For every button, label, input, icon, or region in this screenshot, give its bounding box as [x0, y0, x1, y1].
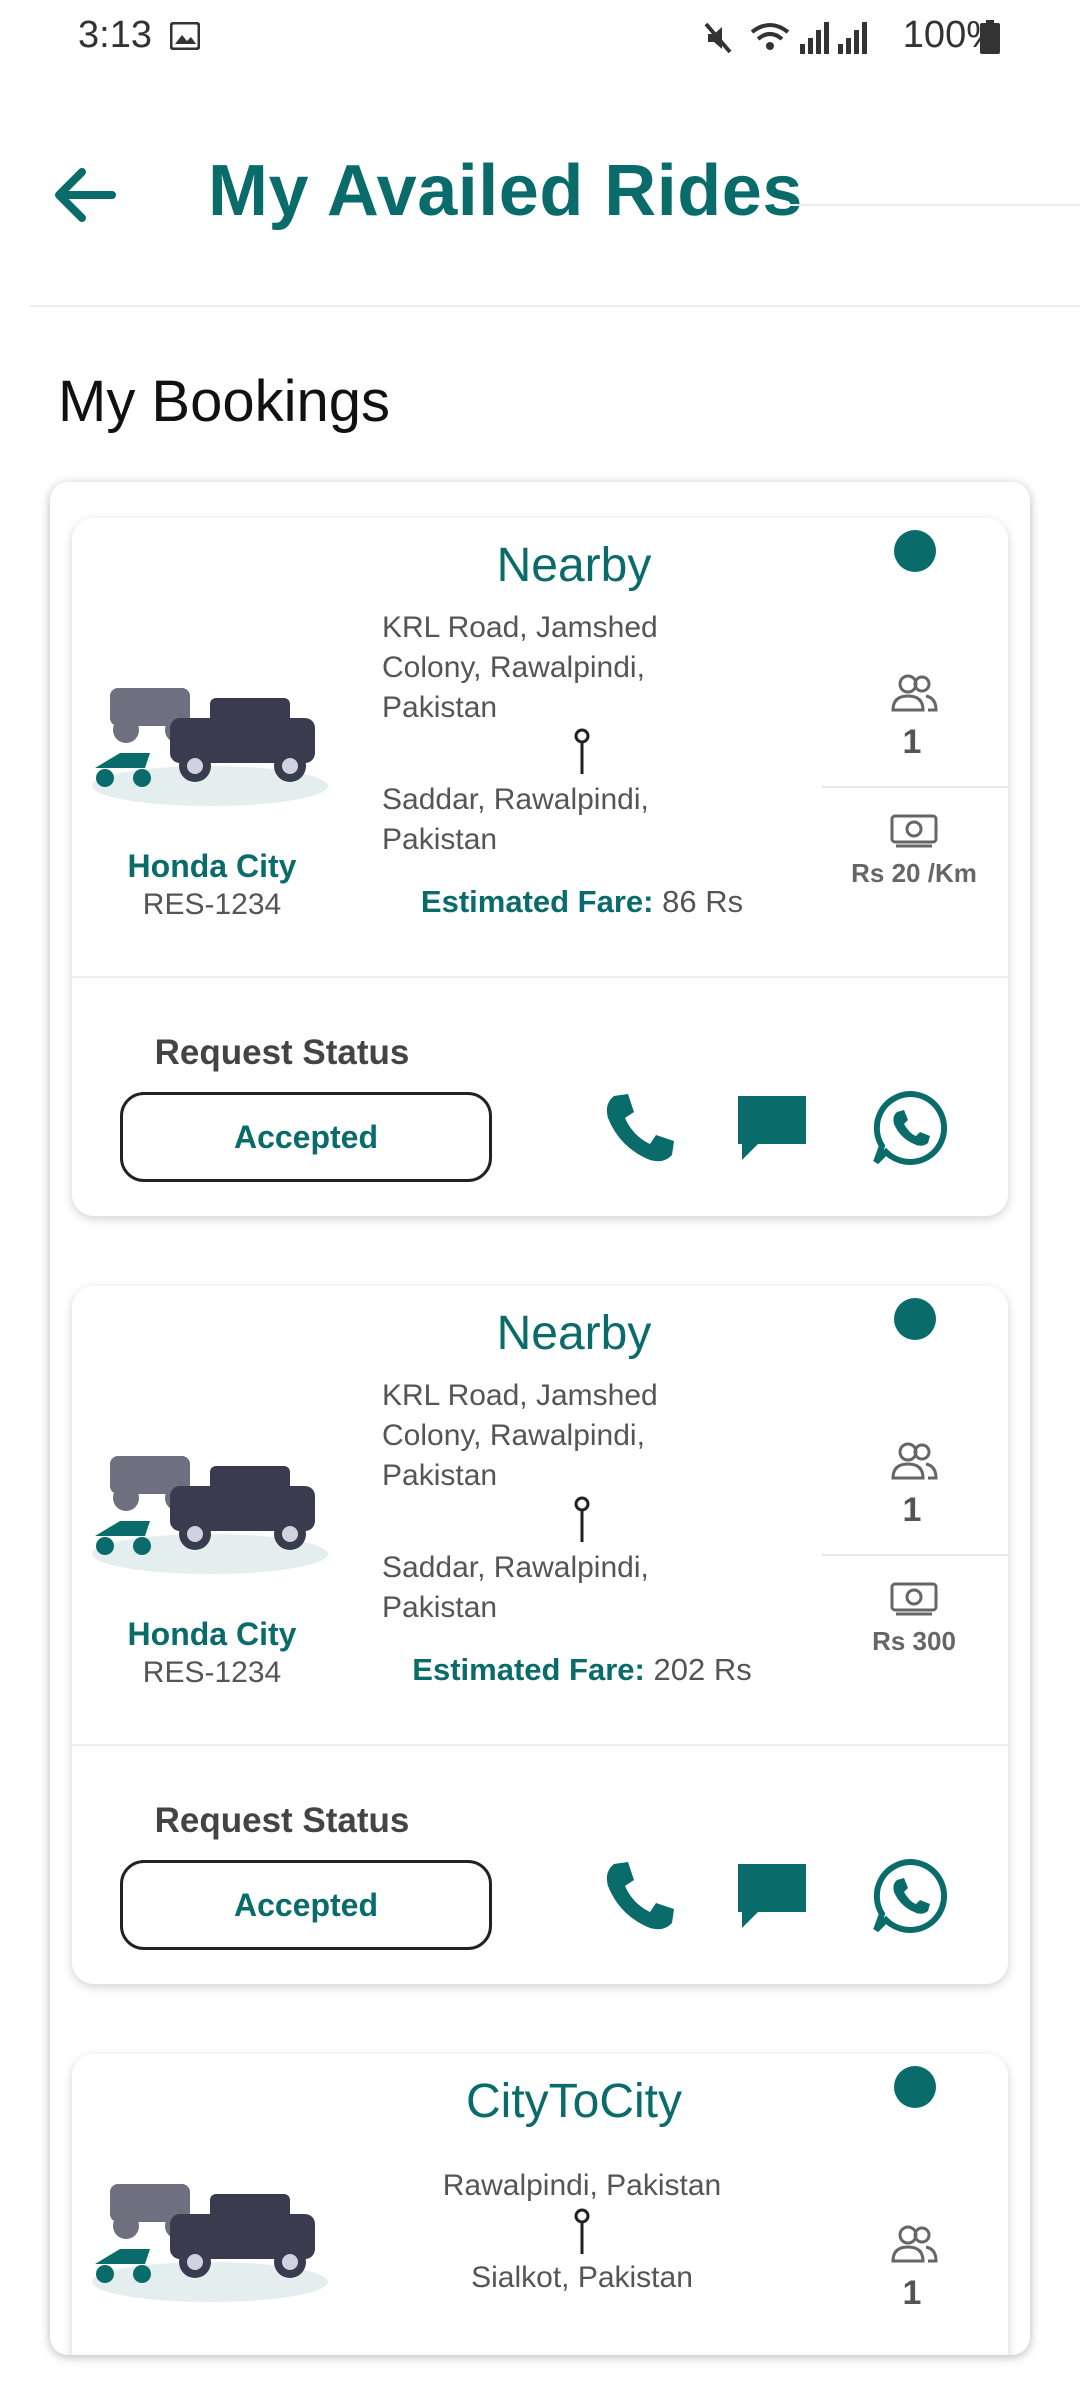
- car-registration: RES-1234: [142, 888, 282, 921]
- fare-label: Estimated Fare:: [412, 1652, 645, 1687]
- status-time: 3:13: [78, 14, 152, 56]
- booking-card[interactable]: CityToCity Rawalpindi, Pakistan Sialkot,…: [72, 2054, 1008, 2355]
- dropoff-address: Saddar, Rawalpindi, Pakistan: [382, 1548, 712, 1628]
- request-status-label: Request Status: [154, 1033, 410, 1072]
- pickup-line: Pakistan: [382, 1459, 498, 1492]
- rate: Rs 20 /Km: [851, 858, 977, 888]
- fare-value: 202 Rs: [653, 1652, 752, 1687]
- vehicles-illustration: [92, 688, 328, 806]
- phone-icon[interactable]: [600, 1856, 680, 1936]
- ride-type: Nearby: [496, 539, 652, 592]
- status-button[interactable]: Accepted: [120, 1092, 492, 1182]
- estimated-fare: Estimated Fare: 86 Rs: [382, 884, 782, 920]
- status-button[interactable]: Accepted: [120, 1860, 492, 1950]
- title-underline: [790, 204, 1080, 206]
- app-bar: My Availed Rides: [0, 120, 1080, 240]
- pickup-address: Rawalpindi, Pakistan: [442, 2169, 722, 2202]
- battery-icon: [980, 20, 1000, 54]
- people-icon: [891, 2225, 938, 2263]
- ride-type: CityToCity: [465, 2075, 683, 2128]
- seat-count: 1: [902, 2274, 922, 2312]
- chat-icon[interactable]: [732, 1088, 812, 1168]
- whatsapp-icon[interactable]: [870, 1088, 950, 1168]
- dropoff-line: Saddar, Rawalpindi,: [382, 1551, 649, 1584]
- pickup-line: Pakistan: [382, 691, 498, 724]
- location-pin-icon: [574, 2208, 590, 2254]
- booking-card[interactable]: Nearby Honda City RES-1234 KRL Road, Jam…: [72, 1286, 1008, 1984]
- people-icon: [891, 674, 938, 712]
- pickup-address: KRL Road, Jamshed Colony, Rawalpindi, Pa…: [382, 1376, 712, 1496]
- booking-card[interactable]: Nearby Honda City RES-1234 KRL Road, Jam…: [72, 518, 1008, 1216]
- network-icons: [704, 22, 867, 54]
- phone-icon[interactable]: [600, 1088, 680, 1168]
- fare-value: 86 Rs: [662, 884, 744, 919]
- dropoff-address: Sialkot, Pakistan: [471, 2261, 693, 2294]
- pickup-line: Colony, Rawalpindi,: [382, 651, 645, 684]
- request-status-label: Request Status: [154, 1801, 410, 1840]
- seat-count: 1: [902, 723, 922, 761]
- car-name: Honda City: [127, 848, 297, 884]
- side-divider: [822, 786, 1008, 788]
- rate: Rs 300: [872, 1626, 956, 1656]
- card-divider: [72, 1744, 1008, 1746]
- car-name: Honda City: [127, 1616, 297, 1652]
- dropoff-address: Saddar, Rawalpindi, Pakistan: [382, 780, 712, 860]
- header-divider: [30, 305, 1080, 307]
- chat-icon[interactable]: [732, 1856, 812, 1936]
- pickup-address: KRL Road, Jamshed Colony, Rawalpindi, Pa…: [382, 608, 712, 728]
- money-icon: [890, 1582, 938, 1616]
- back-arrow-icon[interactable]: [50, 160, 120, 230]
- whatsapp-icon[interactable]: [870, 1856, 950, 1936]
- fare-label: Estimated Fare:: [420, 884, 654, 919]
- pickup-line: Colony, Rawalpindi,: [382, 1419, 645, 1452]
- dropoff-line: Pakistan: [382, 823, 498, 856]
- bookings-list[interactable]: Nearby Honda City RES-1234 KRL Road, Jam…: [50, 482, 1030, 2355]
- estimated-fare: Estimated Fare: 202 Rs: [382, 1652, 782, 1688]
- status-bar: 3:13 100%: [0, 0, 1080, 78]
- dropoff-line: Saddar, Rawalpindi,: [382, 783, 649, 816]
- location-pin-icon: [574, 1496, 590, 1542]
- page-title: My Availed Rides: [208, 151, 803, 231]
- section-title: My Bookings: [58, 369, 391, 434]
- ride-type: Nearby: [496, 1307, 652, 1360]
- dropoff-line: Pakistan: [382, 1591, 498, 1624]
- status-dot: [894, 1298, 936, 1340]
- status-dot: [894, 2066, 936, 2108]
- gallery-icon: [170, 22, 200, 50]
- card-divider: [72, 976, 1008, 978]
- vehicles-illustration: [92, 2184, 328, 2302]
- pickup-line: KRL Road, Jamshed: [382, 611, 658, 644]
- pickup-line: KRL Road, Jamshed: [382, 1379, 658, 1412]
- status-dot: [894, 530, 936, 572]
- money-icon: [890, 814, 938, 848]
- vehicles-illustration: [92, 1456, 328, 1574]
- seat-count: 1: [902, 1491, 922, 1529]
- location-pin-icon: [574, 728, 590, 774]
- people-icon: [891, 1442, 938, 1480]
- side-divider: [822, 1554, 1008, 1556]
- car-registration: RES-1234: [142, 1656, 282, 1689]
